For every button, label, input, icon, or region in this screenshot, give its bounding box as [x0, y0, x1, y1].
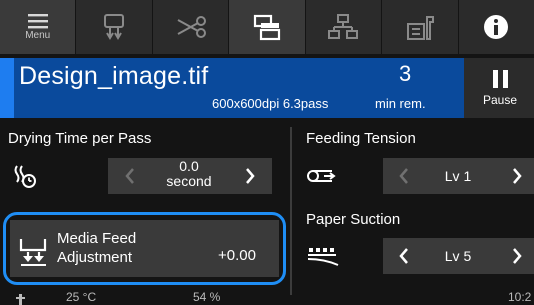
temperature-reading: 25 °C [66, 290, 97, 304]
panel-divider [290, 127, 292, 295]
menu-button[interactable]: Menu [0, 0, 77, 54]
job-status-bar: Design_image.tif 600x600dpi 6.3pass 3 mi… [0, 58, 534, 118]
drying-time-increase-button[interactable] [231, 158, 269, 194]
paper-suction-icon [307, 248, 339, 266]
drying-time-unit: second [166, 173, 212, 189]
feeding-tension-icon [307, 170, 336, 182]
media-feed-adjustment-icon [19, 239, 47, 266]
job-remaining-value: 3 [399, 61, 412, 86]
job-queue-button[interactable] [229, 0, 306, 54]
info-icon [484, 15, 509, 39]
paper-suction-value: Lv 5 [444, 248, 472, 264]
humidity-reading: 54 % [193, 290, 221, 304]
media-feed-label-line2: Adjustment [57, 249, 133, 266]
chevron-left-icon [399, 168, 408, 184]
paper-suction-increase-button[interactable] [498, 238, 534, 274]
drying-time-value: 0.0 [179, 158, 199, 174]
drying-time-title: Drying Time per Pass [8, 130, 152, 147]
job-file-name: Design_image.tif [19, 62, 209, 90]
network-button[interactable] [306, 0, 383, 54]
scissors-icon [177, 16, 206, 38]
cutter-button[interactable] [153, 0, 230, 54]
drying-time-value-group: 0.0 second [150, 159, 228, 189]
job-queue-icon [253, 14, 281, 41]
hamburger-icon [27, 14, 48, 29]
feeding-tension-increase-button[interactable] [498, 158, 534, 194]
menu-label: Menu [25, 30, 51, 41]
job-remaining-unit: min rem. [375, 96, 426, 111]
media-feed-adjustment-value: +0.00 [218, 247, 256, 264]
printer-status-icon [16, 294, 25, 305]
job-progress-indicator [0, 58, 14, 118]
paper-suction-decrease-button[interactable] [385, 238, 423, 274]
info-button[interactable] [459, 0, 534, 54]
chevron-right-icon [246, 168, 255, 184]
clock-time: 10:2 [508, 290, 532, 304]
chevron-right-icon [513, 168, 522, 184]
media-feed-icon [104, 14, 125, 40]
maintenance-icon [406, 16, 434, 40]
pause-button[interactable]: Pause [466, 58, 534, 118]
top-toolbar: Menu [0, 0, 534, 54]
pause-label: Pause [482, 92, 518, 107]
paper-suction-title: Paper Suction [306, 211, 401, 228]
status-bar: 25 °C 54 % 10:2 [0, 290, 534, 305]
chevron-right-icon [513, 248, 522, 264]
job-print-settings: 600x600dpi 6.3pass [212, 96, 329, 111]
chevron-left-icon [125, 168, 134, 184]
network-icon [328, 14, 359, 39]
media-feed-button[interactable] [76, 0, 153, 54]
maintenance-button[interactable] [382, 0, 459, 54]
drying-time-icon [14, 165, 36, 188]
drying-time-decrease-button[interactable] [111, 158, 149, 194]
chevron-left-icon [399, 248, 408, 264]
feeding-tension-decrease-button[interactable] [385, 158, 423, 194]
media-feed-label-line1: Media Feed [57, 230, 137, 247]
pause-icon [492, 69, 508, 88]
feeding-tension-value: Lv 1 [444, 168, 472, 184]
job-info-panel[interactable]: Design_image.tif 600x600dpi 6.3pass 3 mi… [0, 58, 464, 118]
media-feed-adjustment-label: Media Feed Adjustment [57, 229, 136, 267]
feeding-tension-title: Feeding Tension [306, 130, 416, 147]
